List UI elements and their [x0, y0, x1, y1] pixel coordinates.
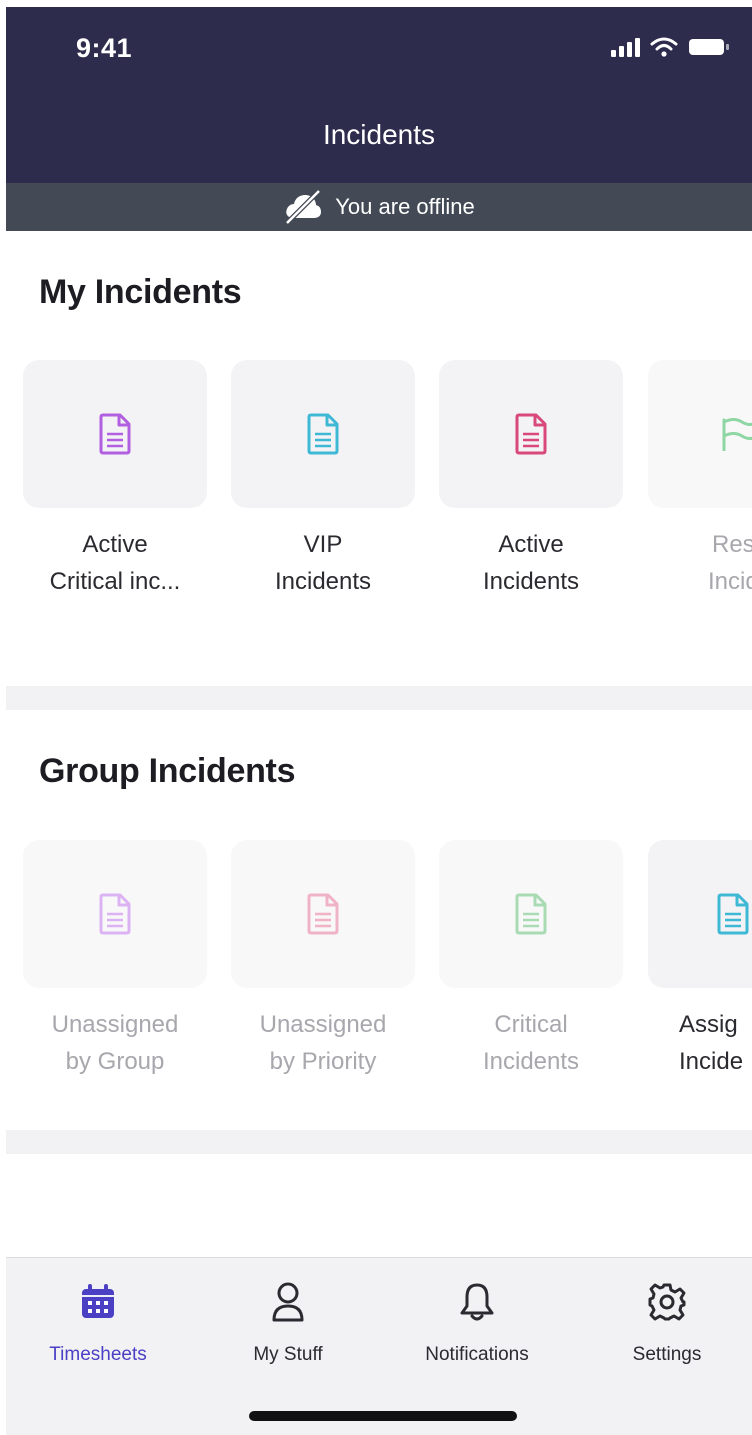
- tile-icon-box: [231, 840, 415, 988]
- document-icon: [307, 413, 339, 455]
- document-icon: [99, 413, 131, 455]
- tile-label: Active Incidents: [482, 531, 580, 595]
- tab-bar: Timesheets My Stuff Notifications Settin…: [6, 1257, 752, 1435]
- section-title-my-incidents: My Incidents: [39, 273, 242, 311]
- document-icon: [515, 413, 547, 455]
- tile-label: Assig Incide: [679, 1011, 744, 1075]
- document-icon: [307, 893, 339, 935]
- section-title-group-incidents: Group Incidents: [39, 752, 296, 790]
- flag-icon: [722, 418, 752, 451]
- tile-vip-incidents[interactable]: VIP Incidents: [231, 360, 415, 600]
- tile-icon-box: [439, 840, 623, 988]
- bell-icon: [460, 1283, 494, 1321]
- app-screen: 9:41 Incidents You are offline My Incide…: [6, 7, 752, 1435]
- offline-text: You are offline: [335, 194, 475, 219]
- tile-label: VIP Incidents: [274, 531, 372, 595]
- tab-label: Settings: [632, 1344, 702, 1365]
- cloud-offline-icon: [285, 190, 322, 224]
- battery-icon: [689, 39, 729, 55]
- tile-label: Reso Incide: [707, 531, 752, 595]
- tile-active-critical[interactable]: Active Critical inc...: [23, 360, 207, 600]
- tile-label: Unassigned by Priority: [259, 1011, 387, 1075]
- tab-timesheets[interactable]: Timesheets: [18, 1280, 178, 1366]
- person-icon: [272, 1282, 304, 1322]
- tile-active-incidents[interactable]: Active Incidents: [439, 360, 623, 600]
- my-incidents-section: My Incidents Active Critical inc... VIP …: [6, 231, 752, 686]
- tab-label: My Stuff: [253, 1344, 323, 1365]
- tab-label: Notifications: [425, 1344, 529, 1365]
- tile-resolved-incidents[interactable]: Reso Incide: [648, 360, 752, 600]
- offline-banner: You are offline: [6, 183, 752, 231]
- calendar-icon: [82, 1284, 114, 1318]
- tile-icon-box: [648, 840, 752, 988]
- tile-icon-box: [648, 360, 752, 508]
- tab-settings[interactable]: Settings: [587, 1280, 747, 1366]
- home-indicator: [249, 1411, 517, 1421]
- tile-label: Critical Incidents: [482, 1011, 580, 1075]
- signal-icon: [611, 38, 640, 57]
- more-section: [6, 1154, 752, 1257]
- gear-icon: [648, 1283, 686, 1321]
- tile-assigned-incidents[interactable]: Assig Incide: [648, 840, 752, 1080]
- status-time: 9:41: [76, 33, 133, 63]
- tile-label: Active Critical inc...: [49, 531, 181, 595]
- page-title: Incidents: [322, 119, 436, 150]
- tile-icon-box: [23, 360, 207, 508]
- tab-notifications[interactable]: Notifications: [397, 1280, 557, 1366]
- tile-unassigned-by-priority[interactable]: Unassigned by Priority: [231, 840, 415, 1080]
- app-header: 9:41 Incidents: [6, 7, 752, 183]
- tile-label: Unassigned by Group: [51, 1011, 179, 1075]
- wifi-icon: [650, 37, 678, 57]
- document-icon: [99, 893, 131, 935]
- tile-icon-box: [439, 360, 623, 508]
- tile-icon-box: [231, 360, 415, 508]
- group-incidents-section: Group Incidents Unassigned by Group Unas…: [6, 710, 752, 1130]
- tab-label: Timesheets: [49, 1344, 147, 1365]
- tile-unassigned-by-group[interactable]: Unassigned by Group: [23, 840, 207, 1080]
- document-icon: [515, 893, 547, 935]
- tile-critical-incidents[interactable]: Critical Incidents: [439, 840, 623, 1080]
- tab-my-stuff[interactable]: My Stuff: [208, 1280, 368, 1366]
- document-icon: [717, 893, 749, 935]
- tile-icon-box: [23, 840, 207, 988]
- status-icons: [610, 37, 730, 57]
